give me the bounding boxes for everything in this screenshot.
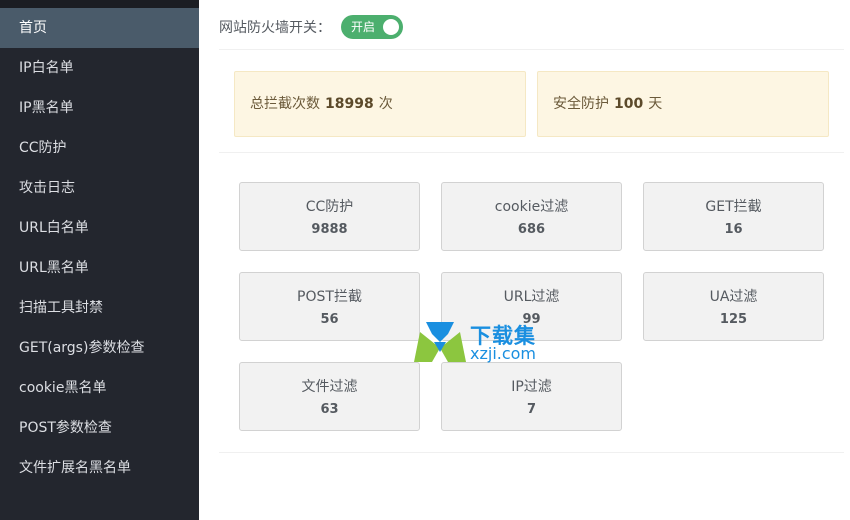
card-title: URL过滤: [503, 289, 560, 305]
sidebar-item-file-ext-blacklist[interactable]: 文件扩展名黑名单: [0, 448, 199, 488]
card-get-block[interactable]: GET拦截 16: [643, 182, 824, 251]
safe-days-stat: 安全防护 100 天: [537, 71, 829, 137]
sidebar-item-attack-log[interactable]: 攻击日志: [0, 168, 199, 208]
total-blocked-stat: 总拦截次数 18998 次: [234, 71, 526, 137]
card-url-filter[interactable]: URL过滤 99: [441, 272, 622, 341]
sidebar-item-ip-whitelist[interactable]: IP白名单: [0, 48, 199, 88]
card-title: UA过滤: [709, 289, 758, 305]
card-title: POST拦截: [297, 289, 362, 305]
stats-panel: 总拦截次数 18998 次 安全防护 100 天: [219, 49, 844, 153]
sidebar-item-ip-blacklist[interactable]: IP黑名单: [0, 88, 199, 128]
sidebar-item-url-blacklist[interactable]: URL黑名单: [0, 248, 199, 288]
card-value: 125: [719, 312, 748, 327]
firewall-toggle-text: 开启: [351, 20, 376, 34]
sidebar-item-cookie-blacklist[interactable]: cookie黑名单: [0, 368, 199, 408]
card-title: 文件过滤: [301, 379, 358, 395]
card-value: 99: [522, 312, 541, 327]
card-title: CC防护: [305, 199, 354, 215]
total-blocked-prefix: 总拦截次数: [250, 96, 320, 112]
sidebar-item-post-args-check[interactable]: POST参数检查: [0, 408, 199, 448]
sidebar-item-cc-protection[interactable]: CC防护: [0, 128, 199, 168]
safe-days-prefix: 安全防护: [553, 96, 609, 112]
filter-cards-panel: CC防护 9888 cookie过滤 686 GET拦截 16 POST拦截 5…: [219, 163, 844, 453]
card-value: 686: [517, 222, 546, 237]
total-blocked-count: 18998: [325, 96, 374, 112]
firewall-switch-row: 网站防火墙开关： 开启: [219, 13, 403, 41]
card-file-filter[interactable]: 文件过滤 63: [239, 362, 420, 431]
total-blocked-suffix: 次: [378, 96, 393, 112]
card-title: GET拦截: [705, 199, 762, 215]
card-title: IP过滤: [511, 379, 552, 395]
toggle-knob: [383, 19, 399, 35]
card-ua-filter[interactable]: UA过滤 125: [643, 272, 824, 341]
sidebar-top-bar: [0, 0, 199, 8]
sidebar-item-home[interactable]: 首页: [0, 8, 199, 48]
card-value: 56: [320, 312, 339, 327]
safe-days-count: 100: [614, 96, 644, 112]
firewall-switch-label: 网站防火墙开关：: [219, 20, 331, 36]
card-cc-protection[interactable]: CC防护 9888: [239, 182, 420, 251]
safe-days-suffix: 天: [648, 96, 663, 112]
app-window: 首页 IP白名单 IP黑名单 CC防护 攻击日志 URL白名单 URL黑名单 扫…: [0, 0, 850, 520]
sidebar-item-get-args-check[interactable]: GET(args)参数检查: [0, 328, 199, 368]
sidebar-item-url-whitelist[interactable]: URL白名单: [0, 208, 199, 248]
sidebar-item-scanner-ban[interactable]: 扫描工具封禁: [0, 288, 199, 328]
sidebar: 首页 IP白名单 IP黑名单 CC防护 攻击日志 URL白名单 URL黑名单 扫…: [0, 0, 199, 520]
card-cookie-filter[interactable]: cookie过滤 686: [441, 182, 622, 251]
firewall-toggle[interactable]: 开启: [341, 15, 403, 39]
card-post-block[interactable]: POST拦截 56: [239, 272, 420, 341]
card-value: 63: [320, 402, 339, 417]
card-value: 16: [724, 222, 743, 237]
main-content: 网站防火墙开关： 开启 总拦截次数 18998 次 安全防护 100 天 CC防护 98…: [199, 0, 850, 520]
card-value: 9888: [311, 222, 348, 237]
card-title: cookie过滤: [494, 199, 569, 215]
card-ip-filter[interactable]: IP过滤 7: [441, 362, 622, 431]
card-value: 7: [526, 402, 537, 417]
